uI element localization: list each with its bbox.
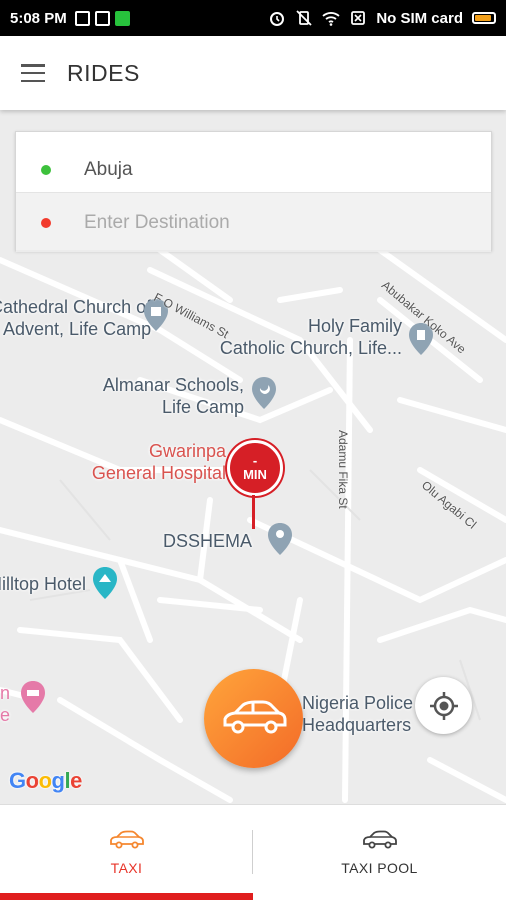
poi-label-line: DSSHEMA: [163, 531, 253, 551]
app-bar: RIDES: [0, 36, 506, 110]
poi-label-line: Advent, Life Camp: [3, 319, 152, 339]
poi-gwarinpa-hospital[interactable]: Gwarinpa General Hospital: [78, 440, 226, 484]
poi-label-line: General Hospital: [91, 463, 226, 483]
poi-dsshema[interactable]: DSSHEMA: [163, 530, 252, 552]
google-logo: Google: [9, 768, 82, 793]
poi-label-line: Holy Family: [307, 316, 402, 336]
poi-partial-left[interactable]: ne: [0, 682, 14, 726]
poi-almanar-schools[interactable]: Almanar Schools, Life Camp: [86, 374, 244, 418]
car-icon: [109, 830, 144, 848]
eta-value: -: [252, 453, 258, 468]
poi-police-hq[interactable]: Nigeria Police Headquarters: [302, 692, 413, 736]
bottom-tab-bar: TAXI TAXI POOL: [0, 804, 506, 900]
crosshair-icon: [429, 691, 458, 720]
school-pin-icon[interactable]: [251, 376, 277, 410]
tab-taxi-pool[interactable]: TAXI POOL: [253, 805, 506, 900]
menu-icon[interactable]: [21, 64, 45, 82]
destination-row[interactable]: [16, 192, 491, 252]
location-pin-icon[interactable]: [267, 522, 293, 556]
car-icon: [223, 700, 286, 733]
carrier-text: No SIM card: [376, 9, 463, 27]
battery-icon: [472, 12, 496, 24]
message-icon: [74, 10, 90, 26]
poi-label-line: Gwarinpa: [148, 441, 226, 461]
hotel-pin-icon[interactable]: [20, 680, 46, 714]
poi-holy-family[interactable]: Holy Family Catholic Church, Life...: [200, 315, 402, 359]
wifi-icon: [322, 12, 340, 26]
destination-input[interactable]: [84, 211, 434, 234]
location-card: Abuja: [15, 131, 492, 252]
eta-unit: MIN: [243, 467, 267, 482]
poi-cathedral-church[interactable]: Cathedral Church of Advent, Life Camp: [0, 296, 151, 340]
tab-label: TAXI: [110, 859, 143, 876]
hotel-pin-icon[interactable]: [92, 566, 118, 600]
pickup-row[interactable]: Abuja: [16, 140, 491, 200]
request-ride-button[interactable]: [204, 669, 303, 768]
pickup-eta-marker[interactable]: - MIN: [227, 440, 283, 496]
app-notification-icon: [114, 10, 130, 26]
my-location-button[interactable]: [415, 677, 472, 734]
poi-label-line: Almanar Schools,: [102, 375, 244, 395]
active-tab-indicator: [0, 893, 253, 900]
sim-icon: [351, 11, 366, 25]
street-label: Adamu Fika St: [336, 430, 350, 509]
poi-hilltop-hotel[interactable]: Hilltop Hotel: [0, 573, 86, 595]
poi-label-line: Catholic Church, Life...: [219, 338, 402, 358]
destination-dot-icon: [41, 217, 51, 228]
pickup-dot-icon: [41, 165, 51, 175]
pickup-marker-stick: [252, 495, 255, 529]
pickup-location[interactable]: Abuja: [84, 159, 133, 181]
poi-label-line: Life Camp: [161, 397, 244, 417]
status-bar: 5:08 PM No SIM card: [0, 0, 506, 36]
calendar-icon: [94, 10, 110, 26]
poi-label-line: Cathedral Church of: [0, 297, 152, 317]
notification-icons: [74, 10, 130, 26]
vibrate-off-icon: [296, 10, 312, 26]
car-icon: [362, 830, 397, 848]
poi-label-line: Hilltop Hotel: [0, 574, 86, 594]
tab-label: TAXI POOL: [341, 859, 418, 876]
poi-label-line: Headquarters: [302, 715, 412, 735]
tab-divider: [252, 830, 253, 874]
tab-taxi[interactable]: TAXI: [0, 805, 253, 900]
poi-label-line: Nigeria Police: [302, 693, 414, 713]
status-time: 5:08 PM: [10, 9, 67, 27]
alarm-icon: [270, 12, 285, 26]
page-title: RIDES: [67, 59, 140, 86]
